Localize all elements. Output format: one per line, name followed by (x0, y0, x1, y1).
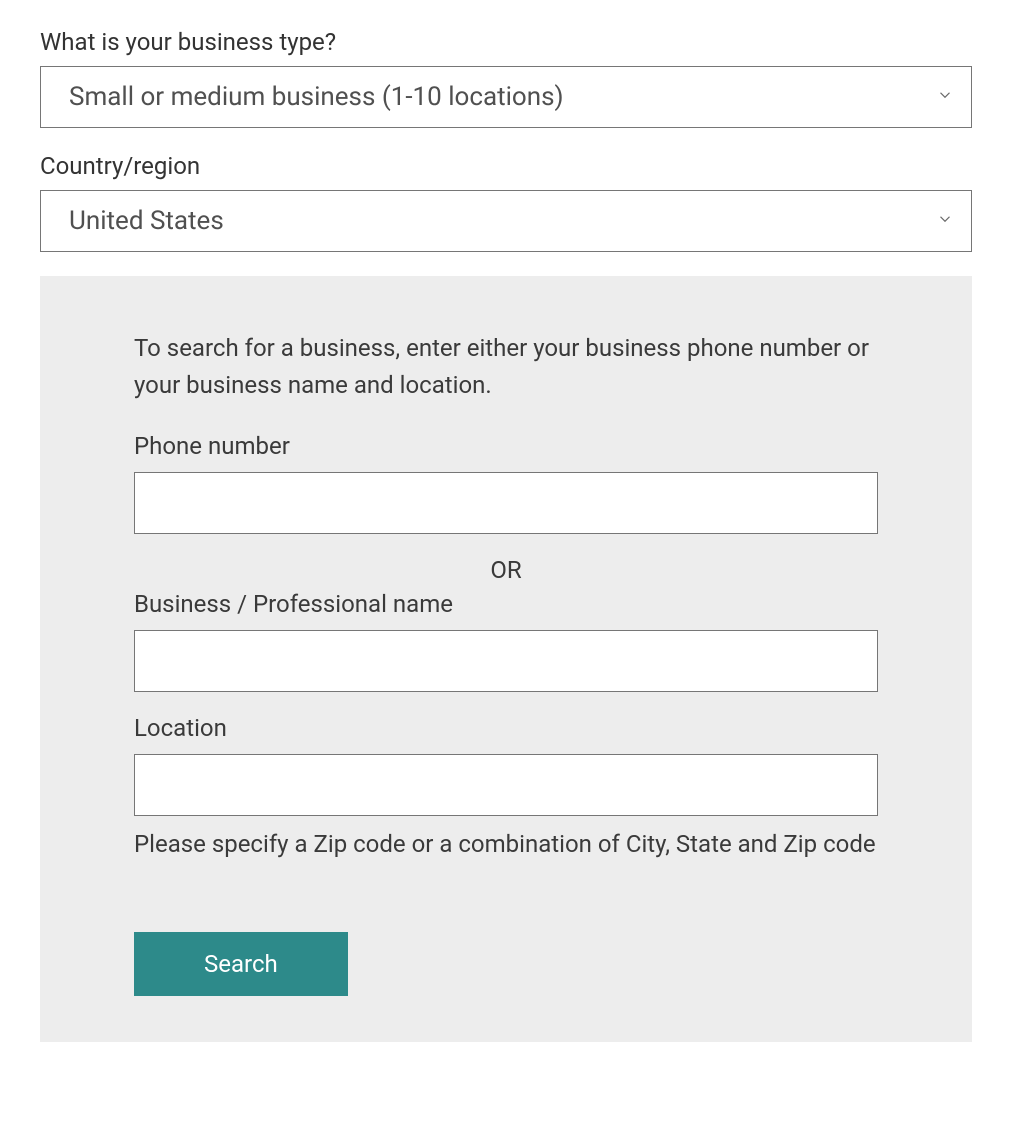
location-group: Location Please specify a Zip code or a … (134, 714, 878, 863)
business-type-select-wrapper: Small or medium business (1-10 locations… (40, 66, 972, 128)
search-panel: To search for a business, enter either y… (40, 276, 972, 1042)
phone-input[interactable] (134, 472, 878, 534)
business-type-group: What is your business type? Small or med… (40, 28, 972, 128)
business-type-label: What is your business type? (40, 28, 972, 56)
country-region-select-wrapper: United States (40, 190, 972, 252)
phone-group: Phone number (134, 432, 878, 534)
search-intro-text: To search for a business, enter either y… (134, 330, 878, 404)
country-region-label: Country/region (40, 152, 972, 180)
location-help-text: Please specify a Zip code or a combinati… (134, 826, 878, 863)
country-region-select[interactable]: United States (40, 190, 972, 252)
business-name-group: Business / Professional name (134, 590, 878, 692)
country-region-group: Country/region United States (40, 152, 972, 252)
business-name-label: Business / Professional name (134, 590, 878, 618)
phone-label: Phone number (134, 432, 878, 460)
business-type-select[interactable]: Small or medium business (1-10 locations… (40, 66, 972, 128)
or-divider: OR (134, 556, 878, 584)
location-label: Location (134, 714, 878, 742)
search-button[interactable]: Search (134, 932, 348, 996)
business-name-input[interactable] (134, 630, 878, 692)
location-input[interactable] (134, 754, 878, 816)
